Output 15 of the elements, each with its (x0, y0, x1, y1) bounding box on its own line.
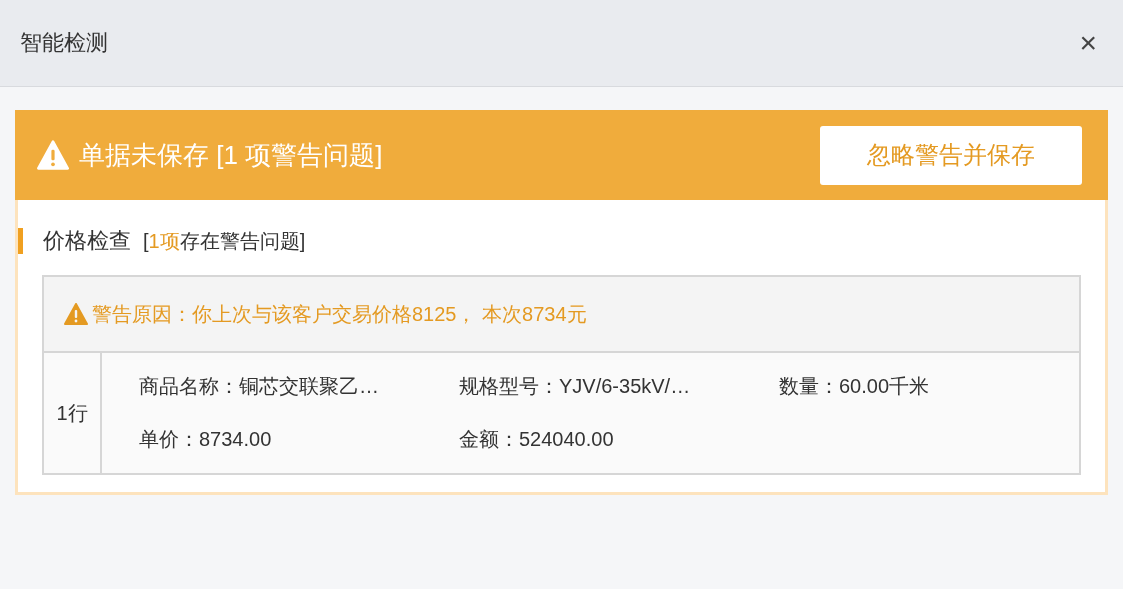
dialog-title: 智能检测 (20, 29, 108, 57)
section-title: 价格检查 (43, 227, 131, 255)
field-text: 金额：524040.00 (459, 427, 615, 452)
warning-icon (64, 303, 88, 325)
section-marker (18, 228, 23, 254)
warning-reason: 警告原因：你上次与该客户交易价格8125， 本次8734元 (92, 301, 587, 327)
field-text: 单价：8734.00 (139, 427, 273, 452)
close-button[interactable]: × (1073, 28, 1103, 58)
field-text: 数量：60.00千米 (779, 374, 931, 399)
banner-title: 单据未保存 [1 项警告问题] (79, 138, 383, 172)
row-label: 1行 (56, 400, 88, 426)
field-text: 商品名称：铜芯交联聚乙… (139, 374, 380, 399)
field-text: 规格型号：YJV/6-35kV/… (459, 374, 692, 399)
warning-icon (37, 140, 69, 170)
section-note: [1项存在警告问题] (143, 228, 306, 254)
